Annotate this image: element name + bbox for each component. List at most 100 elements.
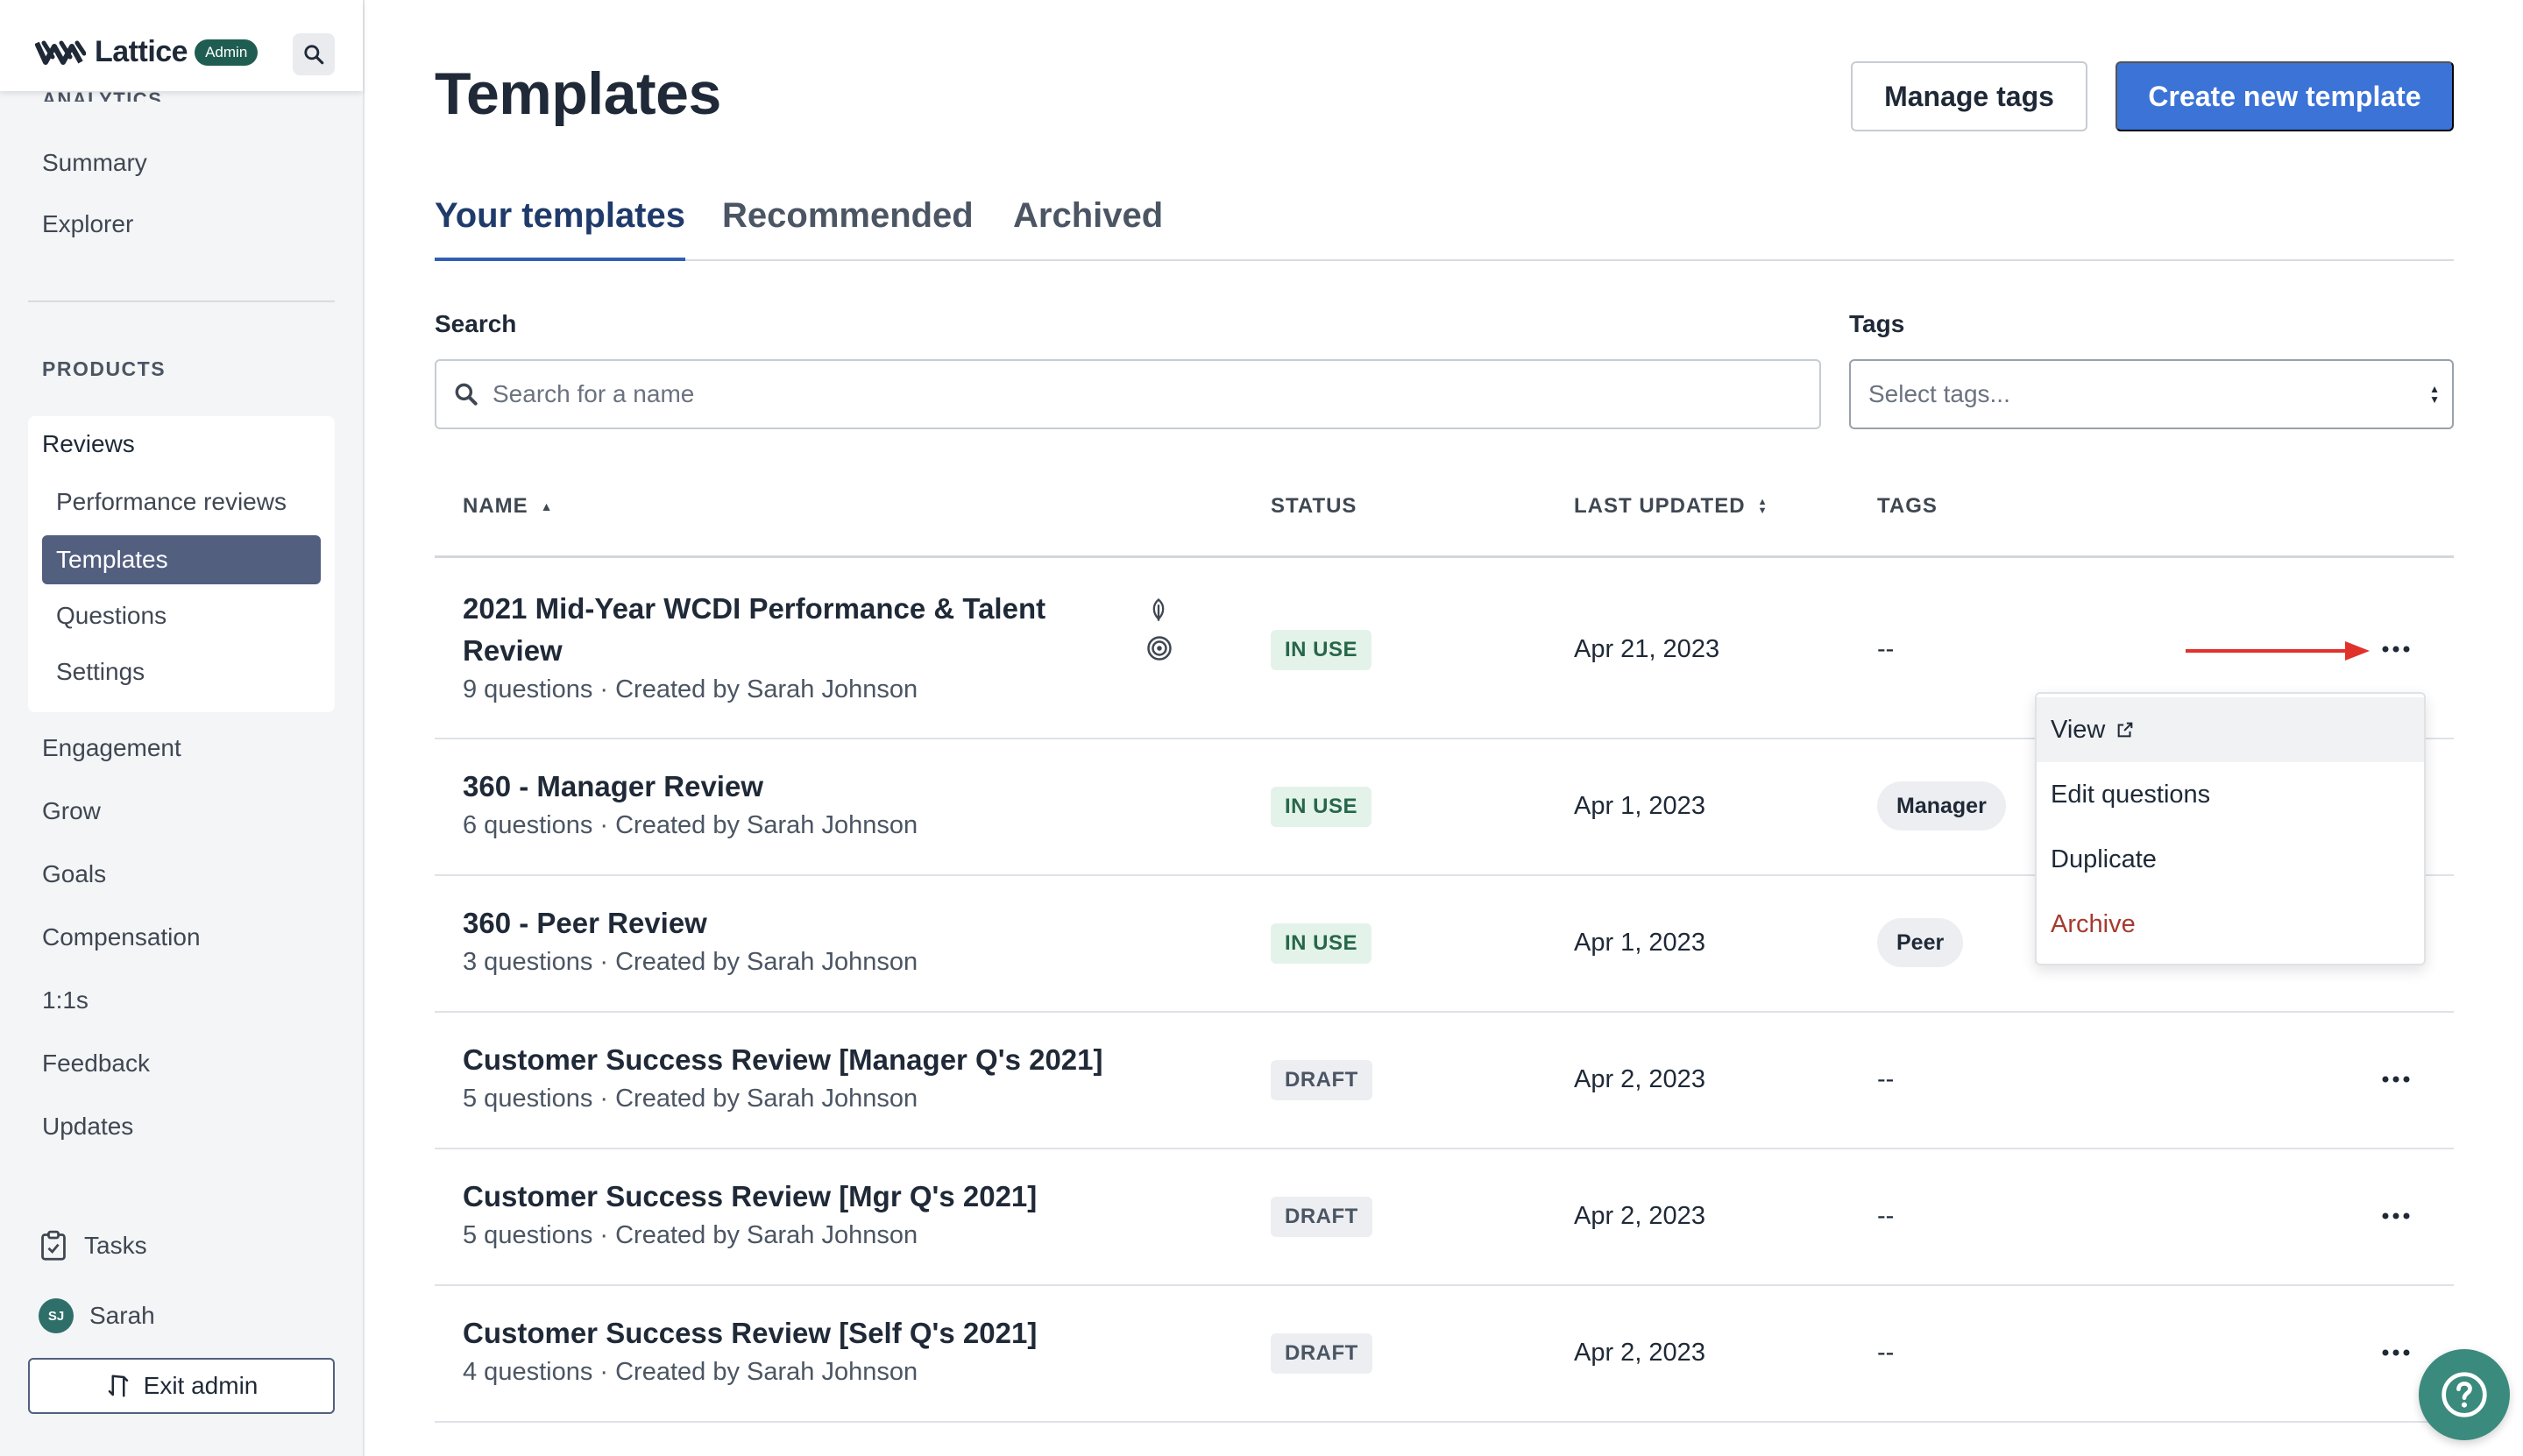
- sidebar-item-templates[interactable]: Templates: [42, 535, 321, 584]
- template-name[interactable]: Customer Success Review [Manager Q's 202…: [463, 1039, 1103, 1081]
- sidebar-user[interactable]: SJ Sarah: [39, 1298, 155, 1333]
- last-updated: Apr 2, 2023: [1574, 1065, 1705, 1093]
- row-divider: [435, 1421, 2454, 1423]
- status-badge: IN USE: [1271, 630, 1372, 670]
- menu-item-edit-questions[interactable]: Edit questions: [2037, 762, 2424, 827]
- status-badge: DRAFT: [1271, 1060, 1372, 1100]
- last-updated: Apr 1, 2023: [1574, 792, 1705, 820]
- template-meta: 4 questions · Created by Sarah Johnson: [463, 1358, 918, 1386]
- search-input[interactable]: [493, 380, 1719, 408]
- sidebar-item-performance-reviews[interactable]: Performance reviews: [42, 477, 321, 527]
- row-actions-button[interactable]: [2375, 1198, 2417, 1233]
- last-updated: Apr 21, 2023: [1574, 635, 1720, 663]
- menu-item-archive[interactable]: Archive: [2037, 892, 2424, 957]
- column-header-tags: TAGS: [1877, 494, 1938, 519]
- template-name[interactable]: 360 - Peer Review: [463, 902, 707, 944]
- search-icon: [455, 383, 478, 406]
- template-name[interactable]: Customer Success Review [Self Q's 2021]: [463, 1312, 1037, 1354]
- external-link-icon: [2118, 722, 2133, 738]
- tab-recommended[interactable]: Recommended: [722, 196, 974, 261]
- exit-admin-icon: [108, 1375, 128, 1397]
- user-name: Sarah: [89, 1302, 155, 1329]
- row-actions-button[interactable]: [2375, 1335, 2417, 1370]
- column-header-last-updated[interactable]: LAST UPDATED ▲ ▼: [1574, 494, 1768, 519]
- sidebar-item-engagement[interactable]: Engagement: [42, 734, 181, 762]
- menu-item-view-label: View: [2051, 715, 2106, 744]
- more-options-icon: [2382, 1076, 2410, 1083]
- status-badge: DRAFT: [1271, 1333, 1372, 1374]
- tags-empty: --: [1877, 635, 1895, 663]
- more-options-icon: [2382, 1349, 2410, 1356]
- column-status-label: STATUS: [1271, 494, 1357, 518]
- sidebar-item-summary[interactable]: Summary: [42, 149, 147, 177]
- menu-item-view[interactable]: View: [2037, 697, 2424, 762]
- sidebar-item-tasks[interactable]: Tasks: [39, 1230, 147, 1262]
- template-meta: 5 questions · Created by Sarah Johnson: [463, 1221, 918, 1249]
- sidebar-header: Lattice Admin: [0, 0, 363, 91]
- clipboard-icon: [41, 1230, 66, 1261]
- search-icon: [304, 45, 324, 65]
- template-tabs: Your templates Recommended Archived: [435, 187, 2454, 261]
- exit-admin-label: Exit admin: [143, 1372, 259, 1399]
- lattice-logo-icon: [35, 40, 86, 65]
- sidebar-item-explorer[interactable]: Explorer: [42, 210, 133, 238]
- tags-empty: --: [1877, 1339, 1895, 1367]
- sidebar-item-questions[interactable]: Questions: [42, 591, 321, 640]
- column-tags-label: TAGS: [1877, 494, 1938, 518]
- table-row[interactable]: Customer Success Review [Mgr Q's 2021] 5…: [435, 1149, 2454, 1284]
- reviews-group: Reviews Performance reviews Templates Qu…: [28, 416, 335, 712]
- template-meta: 3 questions · Created by Sarah Johnson: [463, 948, 918, 976]
- last-updated: Apr 2, 2023: [1574, 1202, 1705, 1230]
- template-meta: 5 questions · Created by Sarah Johnson: [463, 1085, 918, 1113]
- template-name-line1[interactable]: 2021 Mid-Year WCDI Performance & Talent: [463, 588, 1045, 630]
- sidebar: Lattice Admin ANALYTICS Summary Explorer…: [0, 0, 365, 1456]
- tag-chip[interactable]: Peer: [1877, 918, 1964, 967]
- tags-empty: --: [1877, 1065, 1895, 1093]
- sidebar-item-reviews[interactable]: Reviews: [42, 430, 135, 458]
- tab-archived[interactable]: Archived: [1013, 196, 1163, 261]
- sidebar-item-feedback[interactable]: Feedback: [42, 1050, 150, 1078]
- tags-select[interactable]: Select tags... ▲ ▼: [1849, 359, 2454, 429]
- template-name-line2[interactable]: Review: [463, 630, 563, 672]
- page-title: Templates: [435, 60, 721, 127]
- row-actions-button[interactable]: [2375, 632, 2417, 667]
- row-actions-menu: View Edit questions Duplicate Archive: [2035, 692, 2426, 965]
- sort-toggle-icon: ▲ ▼: [1757, 497, 1768, 516]
- template-meta: 9 questions · Created by Sarah Johnson: [463, 675, 918, 703]
- template-name[interactable]: Customer Success Review [Mgr Q's 2021]: [463, 1176, 1037, 1218]
- sidebar-item-one-on-ones[interactable]: 1:1s: [42, 986, 89, 1014]
- select-caret-icon: ▲ ▼: [2429, 383, 2440, 406]
- row-icons: [1146, 597, 1173, 661]
- create-template-button[interactable]: Create new template: [2115, 61, 2454, 131]
- row-actions-button[interactable]: [2375, 1062, 2417, 1097]
- products-section-heading: PRODUCTS: [42, 357, 167, 380]
- status-badge: DRAFT: [1271, 1197, 1372, 1237]
- sort-ascending-icon: ▲: [540, 499, 554, 513]
- tag-chip[interactable]: Manager: [1877, 781, 2006, 830]
- status-badge: IN USE: [1271, 787, 1372, 827]
- avatar: SJ: [39, 1298, 74, 1333]
- sidebar-item-compensation[interactable]: Compensation: [42, 923, 201, 951]
- sidebar-item-grow[interactable]: Grow: [42, 797, 101, 825]
- tasks-label: Tasks: [84, 1232, 147, 1259]
- tags-select-placeholder: Select tags...: [1868, 380, 2010, 407]
- sidebar-item-goals[interactable]: Goals: [42, 860, 106, 888]
- template-name[interactable]: 360 - Manager Review: [463, 766, 763, 808]
- last-updated: Apr 1, 2023: [1574, 929, 1705, 957]
- sidebar-search-button[interactable]: [293, 33, 335, 75]
- column-header-name[interactable]: NAME ▲: [463, 494, 554, 519]
- menu-item-duplicate[interactable]: Duplicate: [2037, 827, 2424, 892]
- status-badge: IN USE: [1271, 923, 1372, 964]
- search-field[interactable]: [435, 359, 1821, 429]
- tags-empty: --: [1877, 1202, 1895, 1230]
- table-row[interactable]: Customer Success Review [Manager Q's 202…: [435, 1013, 2454, 1148]
- exit-admin-button[interactable]: Exit admin: [28, 1358, 335, 1414]
- manage-tags-button[interactable]: Manage tags: [1851, 61, 2087, 131]
- help-button[interactable]: [2419, 1349, 2510, 1440]
- lattice-logo[interactable]: Lattice Admin: [35, 35, 259, 69]
- tab-your-templates[interactable]: Your templates: [435, 196, 685, 261]
- sidebar-item-settings[interactable]: Settings: [42, 647, 321, 696]
- sidebar-item-updates[interactable]: Updates: [42, 1113, 133, 1141]
- sidebar-divider: [28, 300, 335, 302]
- table-row[interactable]: Customer Success Review [Self Q's 2021] …: [435, 1286, 2454, 1421]
